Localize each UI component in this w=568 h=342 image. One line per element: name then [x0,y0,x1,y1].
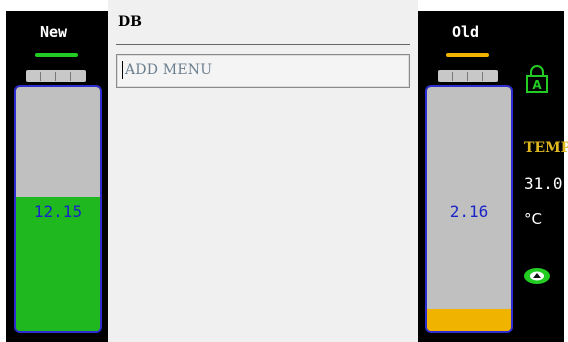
db-panel: DB ADD MENU [108,0,418,342]
left-battery-label: New [40,23,68,41]
temp-label: TEMP [524,140,568,156]
temp-value: 31.0 [524,174,563,193]
temp-unit: °C [524,210,542,228]
right-battery-label: Old [452,23,480,41]
panel-title: DB [118,14,142,30]
left-battery[interactable]: 12.15 [14,85,102,333]
screen: New 12.15 Old 2.16 DB ADD MENU A TEMP 31… [0,0,568,342]
right-battery-indicator [446,53,489,57]
eye-icon [524,268,550,284]
right-battery-fill [427,309,511,331]
left-battery-indicator [35,53,78,57]
right-battery-cap [438,70,498,82]
add-menu-item[interactable]: ADD MENU [116,54,410,88]
add-menu-label: ADD MENU [125,62,213,78]
right-battery-value: 2.16 [449,202,489,221]
lock-a-icon: A [526,65,548,93]
svg-text:A: A [532,78,542,92]
right-battery[interactable]: 2.16 [425,85,513,333]
text-cursor [122,61,123,79]
panel-divider [116,44,410,45]
left-battery-cap [26,70,86,82]
left-battery-value: 12.15 [33,202,83,221]
